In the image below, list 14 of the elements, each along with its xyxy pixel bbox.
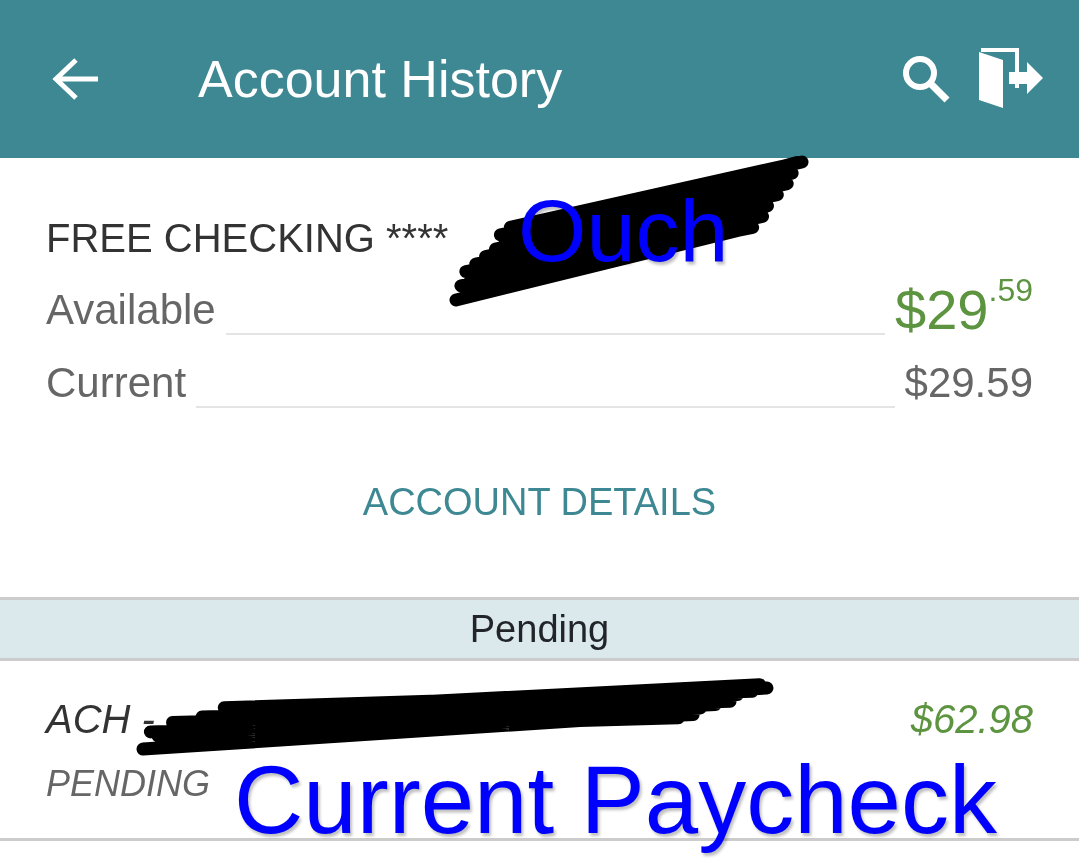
- annotation-text: Current Paycheck: [234, 745, 998, 855]
- section-header: Pending: [0, 597, 1079, 661]
- balance-label: Available: [46, 285, 216, 335]
- screen-title: Account History: [198, 49, 563, 110]
- account-name: FREE CHECKING ****: [46, 215, 449, 262]
- transaction-description: ACH -: [46, 696, 155, 743]
- balance-amount: $29$^{.59}$: [895, 279, 1033, 341]
- transaction-amount: $62.98: [910, 696, 1033, 743]
- transaction-status: PENDING: [46, 762, 211, 806]
- annotation-text: Ouch: [518, 180, 730, 282]
- balance-label: Current: [46, 358, 187, 408]
- balance-amount: $29.59: [904, 358, 1033, 408]
- account-details-button[interactable]: ACCOUNT DETAILS: [342, 454, 737, 551]
- search-icon[interactable]: [901, 54, 951, 104]
